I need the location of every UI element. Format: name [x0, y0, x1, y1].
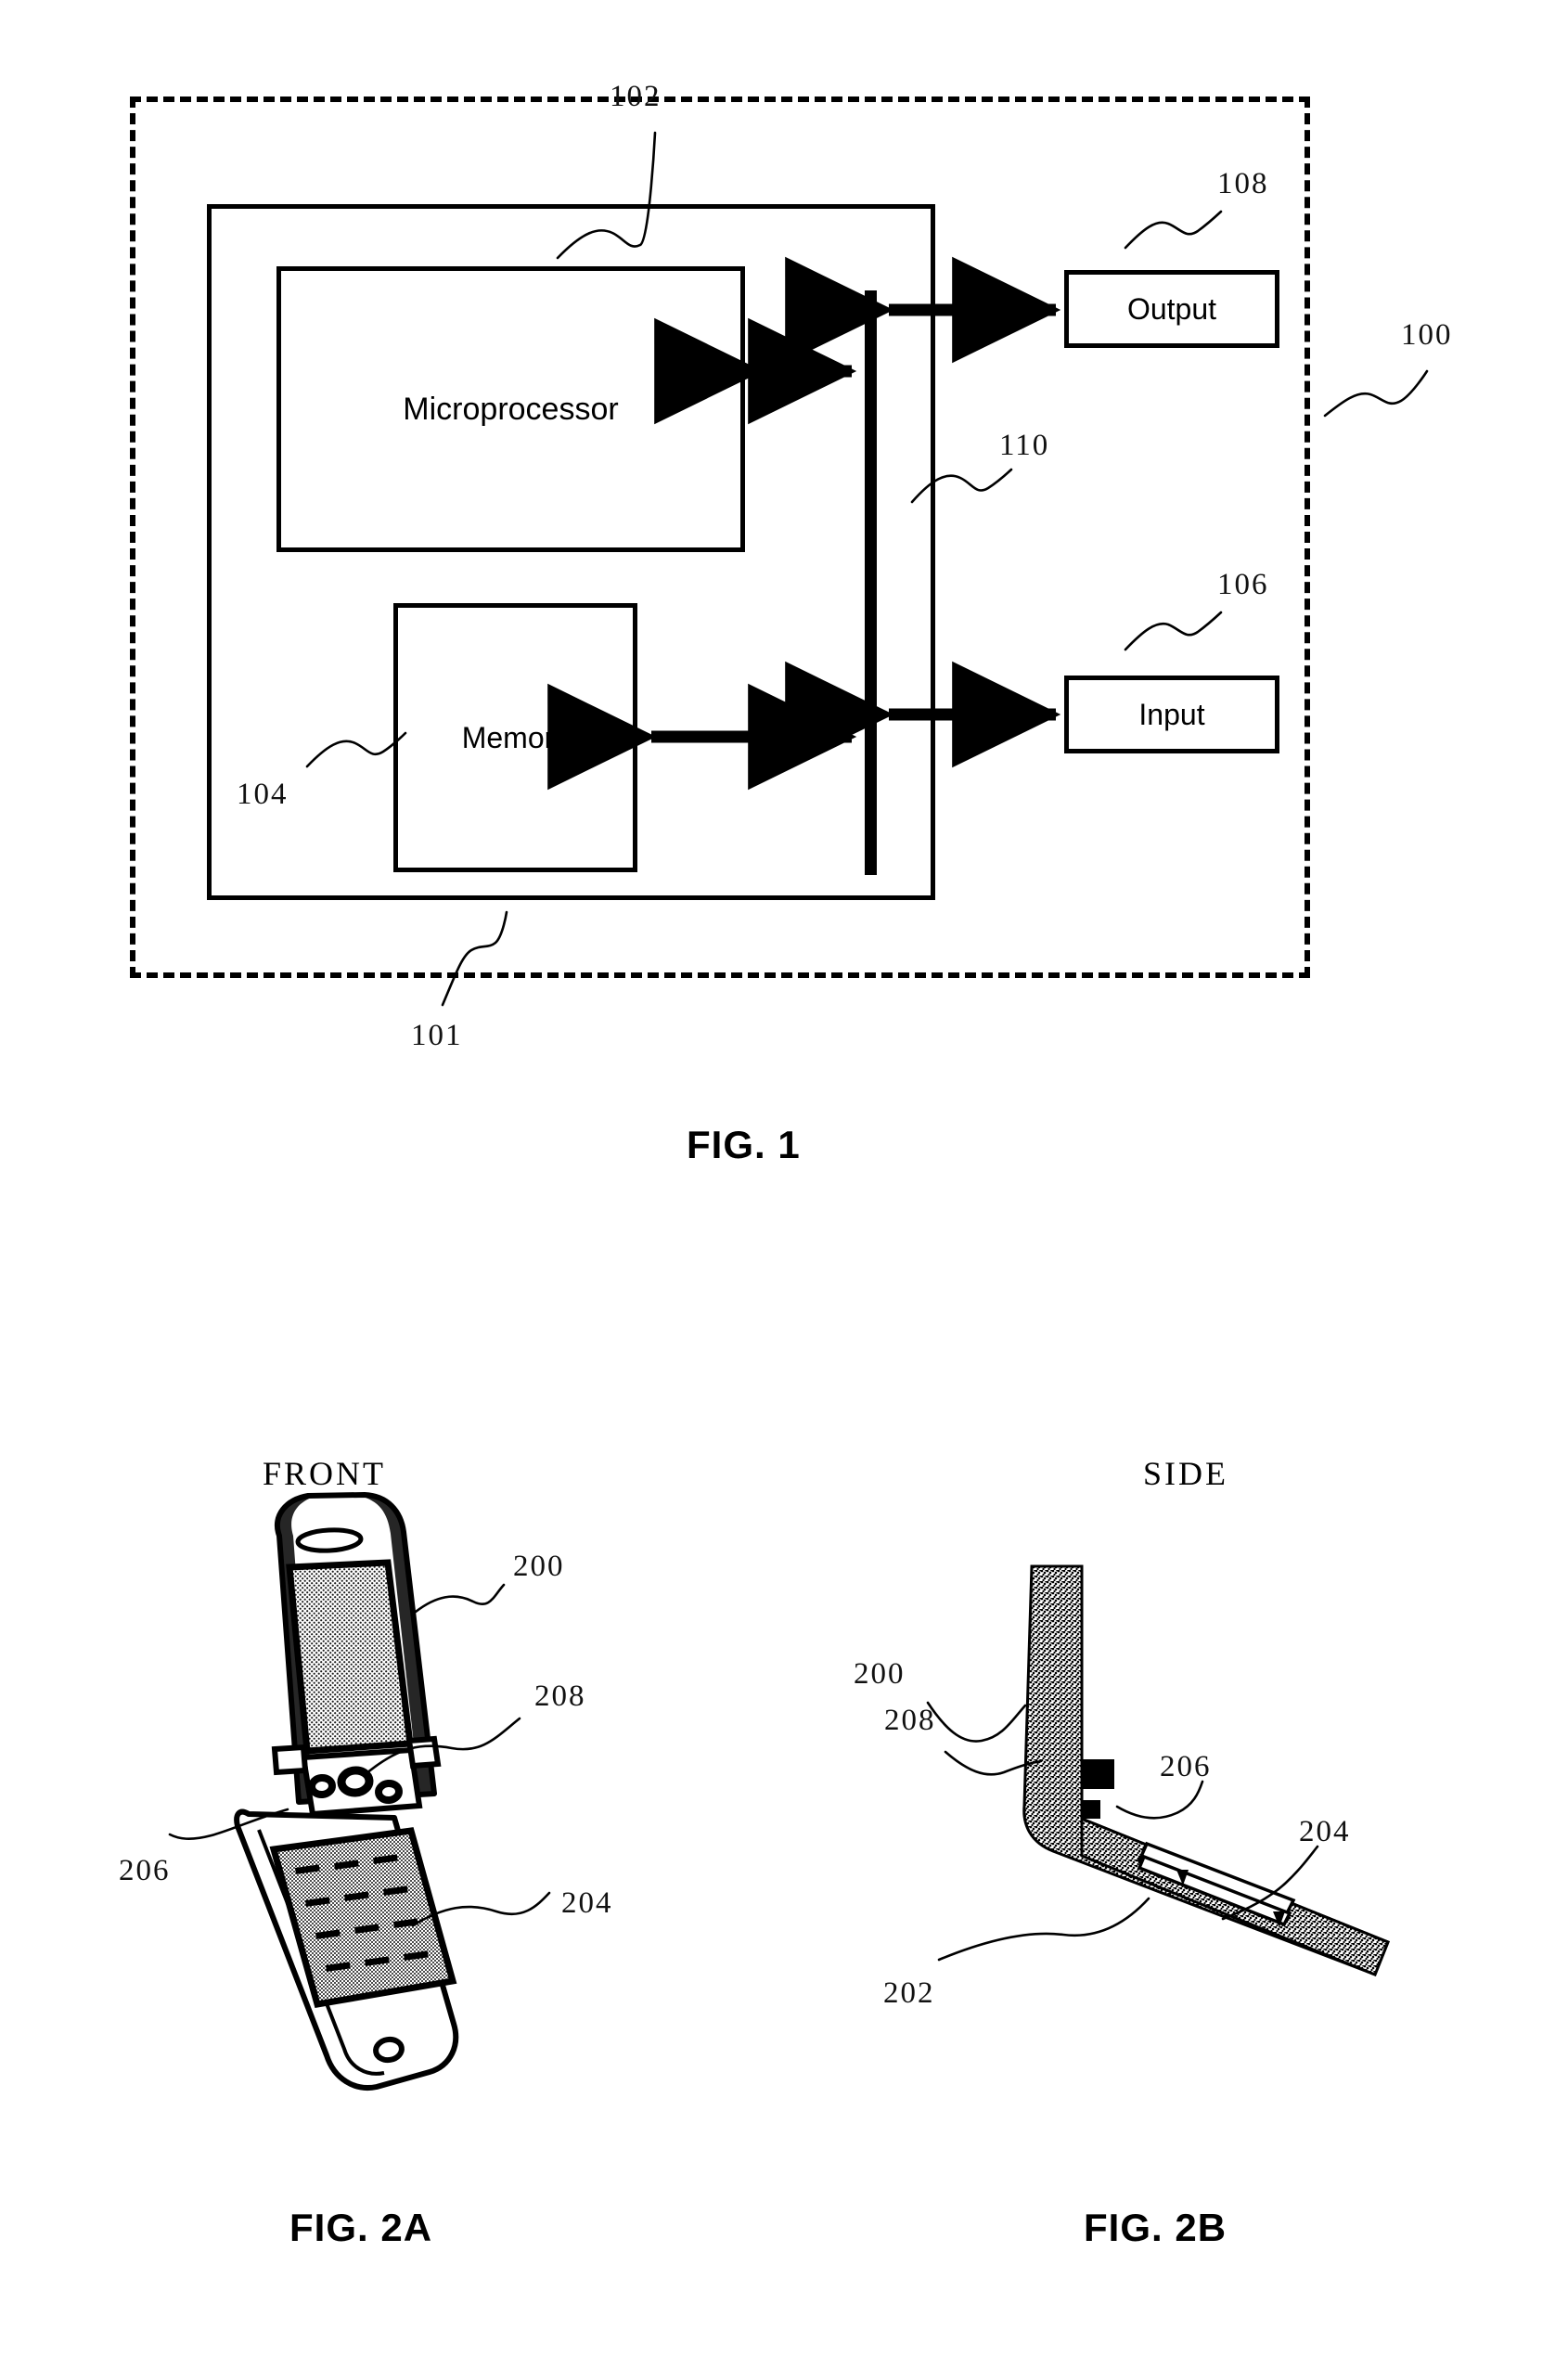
- figure1-output-box: Output: [1064, 270, 1279, 348]
- phone-microphone-hole: [373, 2036, 405, 2064]
- leader-208-side: [944, 1750, 1043, 1776]
- leader-208-front: [364, 1717, 521, 1776]
- ref-label-101: 101: [411, 1019, 463, 1052]
- leader-204-side: [1221, 1845, 1319, 1921]
- phone-lower-body-outline: [234, 1808, 459, 2091]
- ref-label-108: 108: [1217, 167, 1269, 200]
- input-label: Input: [1138, 697, 1205, 731]
- phone-side-strip: [1137, 1841, 1296, 1920]
- figure2b-caption: FIG. 2B: [1084, 2206, 1227, 2249]
- phone-keypad-keys: [295, 1854, 429, 1972]
- ref-label-204-side: 204: [1299, 1815, 1351, 1848]
- patent-drawing-sheet: Microprocessor Memory Output Input 102 1…: [0, 0, 1568, 2368]
- phone-lid-left-edge: [276, 1496, 317, 1802]
- leader-100: [1323, 369, 1429, 418]
- ref-label-204-front: 204: [561, 1886, 613, 1920]
- ref-label-208-side: 208: [884, 1704, 936, 1737]
- leader-204-front: [411, 1891, 551, 1927]
- phone-side-strip-tab-left: [1176, 1870, 1189, 1885]
- phone-side-contact-small: [1082, 1800, 1100, 1819]
- ref-label-200-front: 200: [513, 1550, 565, 1583]
- ref-label-206-front: 206: [119, 1854, 171, 1887]
- leader-200-front: [414, 1583, 506, 1614]
- phone-earpiece-slot: [295, 1527, 364, 1553]
- phone-lower-body-inner-edge: [257, 1829, 385, 2076]
- ref-label-100: 100: [1401, 318, 1453, 352]
- phone-side-strip-lower: [1137, 1854, 1292, 1927]
- figure1-bus-bar: [865, 290, 877, 875]
- phone-display-screen: [286, 1559, 414, 1755]
- figure1-microprocessor-box: Microprocessor: [276, 266, 745, 552]
- phone-upper-lid-outline: [275, 1492, 437, 1805]
- figure2a-flip-phone: [234, 1492, 459, 2091]
- phone-nav-button-right: [375, 1779, 403, 1805]
- phone-hinge-tab-left: [271, 1744, 309, 1776]
- ref-label-200-side: 200: [854, 1657, 906, 1691]
- figure1-input-box: Input: [1064, 676, 1279, 753]
- leader-206-side: [1115, 1780, 1204, 1820]
- phone-keypad: [269, 1827, 457, 2008]
- ref-label-102: 102: [610, 80, 662, 113]
- phone-lid-right-edge: [359, 1495, 434, 1795]
- figure1-caption: FIG. 1: [687, 1123, 801, 1166]
- memory-label: Memory: [461, 720, 570, 754]
- phone-nav-button-left: [308, 1773, 336, 1799]
- ref-label-206-side: 206: [1160, 1750, 1212, 1783]
- ref-label-106: 106: [1217, 568, 1269, 601]
- figure2a-caption: FIG. 2A: [289, 2206, 433, 2249]
- ref-label-208-front: 208: [534, 1679, 586, 1713]
- microprocessor-label: Microprocessor: [403, 391, 619, 427]
- phone-nav-strip: [300, 1746, 423, 1818]
- figure2a-view-title: FRONT: [263, 1455, 387, 1492]
- ref-label-104: 104: [237, 778, 289, 811]
- leader-206-front: [168, 1808, 289, 1840]
- figure1-memory-box: Memory: [393, 603, 637, 872]
- phone-hinge-tab-right: [405, 1735, 442, 1770]
- output-label: Output: [1126, 291, 1217, 326]
- leader-202-side: [937, 1897, 1150, 1962]
- leader-200-side: [926, 1701, 1027, 1743]
- ref-label-202-side: 202: [883, 1976, 935, 2010]
- phone-nav-button-center: [337, 1766, 374, 1797]
- phone-side-contact-large: [1081, 1759, 1114, 1789]
- ref-label-110: 110: [999, 429, 1050, 462]
- figure2b-view-title: SIDE: [1143, 1455, 1228, 1492]
- phone-side-strip-tab-right: [1273, 1911, 1285, 1927]
